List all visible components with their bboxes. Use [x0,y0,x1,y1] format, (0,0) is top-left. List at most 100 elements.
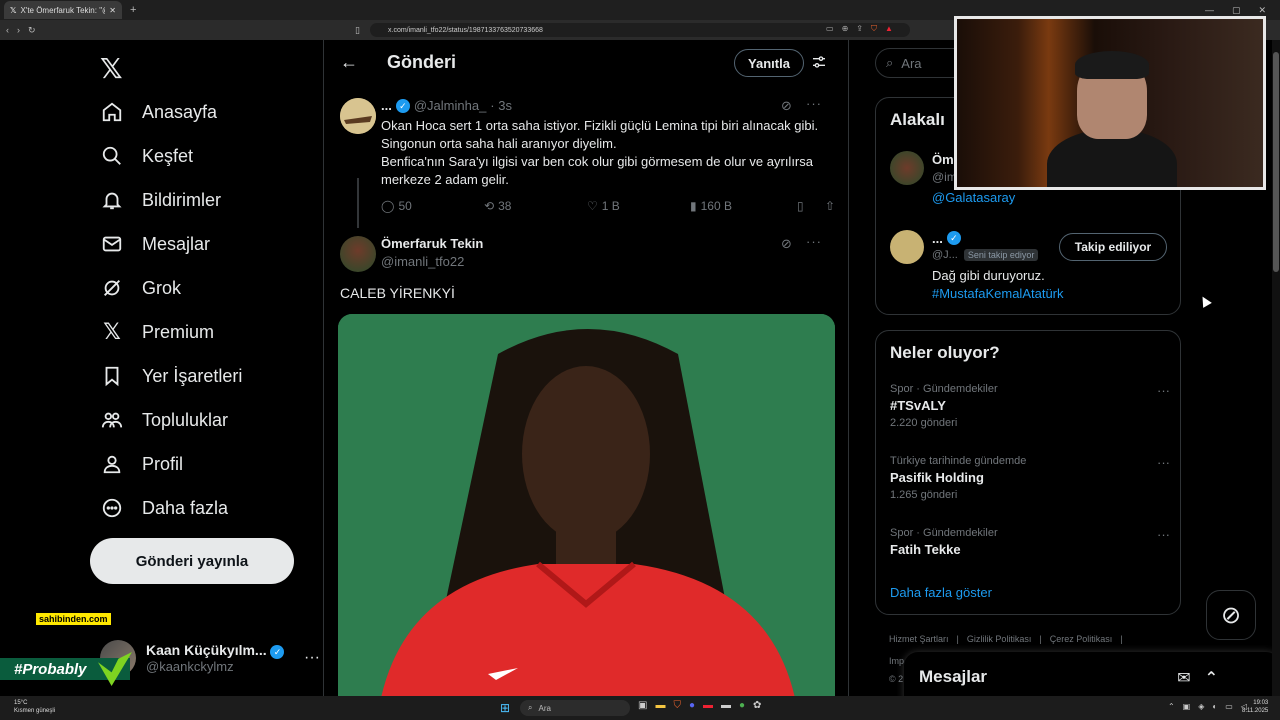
scroll-thumb[interactable] [1273,52,1279,272]
network-icon[interactable]: ▭ [1225,702,1233,711]
avatar[interactable] [890,151,924,185]
forward-nav-icon[interactable]: › [17,25,20,35]
author-name[interactable]: Ömerfaruk Tekin [381,236,483,251]
following-button[interactable]: Takip ediliyor [1059,233,1167,261]
account-more-icon[interactable]: ··· [304,649,320,667]
footer-links: Hizmet Şartları | Gizlilik Politikası | … [889,634,1123,644]
footer-link[interactable]: Gizlilik Politikası [967,634,1032,644]
grok-icon [100,276,124,300]
trend-item[interactable]: Türkiye tarihinde gündemde Pasifik Holdi… [890,455,1170,501]
address-bar-actions: ▭ ⊕ ⇪ ⛉ ▲ [826,24,893,34]
app-icon[interactable]: ✿ [753,700,761,711]
related-bio: Dağ gibi duruyoruz. [932,268,1045,283]
trend-item[interactable]: Spor · Gündemdekiler Fatih Tekke ··· [890,527,1170,557]
expand-icon[interactable]: ⌃ [1205,668,1218,688]
app-icon[interactable]: ▬ [703,700,713,711]
close-window-icon[interactable]: ✕ [1258,5,1266,16]
post-button[interactable]: Gönderi yayınla [90,538,294,584]
file-explorer-icon[interactable]: ▬ [655,700,665,711]
tweet-photo[interactable] [338,314,835,696]
weather-widget[interactable]: 15°C Kısmen güneşli [14,699,55,715]
grok-fab-button[interactable]: ⊘ [1206,590,1256,640]
avatar[interactable] [340,236,376,272]
share-action[interactable]: ⇧ [825,199,835,213]
windows-start-icon[interactable]: ⊞ [500,701,510,715]
author-handle[interactable]: @Jalminha_ [414,98,486,113]
trend-item[interactable]: Spor · Gündemdekiler #TSvALY 2.220 gönde… [890,383,1170,429]
related-bio-link[interactable]: @Galatasaray [932,190,1015,205]
avatar[interactable] [890,230,924,264]
tray-app-icon[interactable]: ▣ [1183,702,1191,711]
close-tab-icon[interactable]: ✕ [109,6,116,15]
alert-icon[interactable]: ▲ [885,24,893,34]
back-arrow-icon[interactable]: ← [340,52,358,73]
related-name[interactable]: Öm [932,152,954,167]
sliders-icon[interactable] [811,54,827,74]
show-more-link[interactable]: Daha fazla göster [890,585,992,600]
tweet-time[interactable]: · 3s [490,98,512,113]
new-message-icon[interactable]: ✉ [1177,668,1190,688]
author-name[interactable]: ... [381,98,392,113]
brave-icon[interactable]: ⛉ [673,700,681,711]
more-icon[interactable]: ··· [806,234,822,249]
shield-icon[interactable]: ⛉ [871,24,877,34]
footer-link[interactable]: Imp [889,656,904,666]
minimize-icon[interactable]: — [1205,5,1214,16]
app-icon[interactable]: ▬ [721,700,731,711]
author-handle[interactable]: @imanli_tfo22 [381,254,464,269]
more-icon[interactable]: ··· [1157,383,1170,398]
more-icon[interactable]: ··· [806,96,822,111]
clock[interactable]: 19:03 8.11.2025 [1242,699,1268,715]
bookmark-action[interactable]: ▯ [797,199,825,213]
related-bio-link[interactable]: #MustafaKemalAtatürk [932,286,1064,301]
scrollbar[interactable] [1272,40,1280,696]
nav-item-messages[interactable]: Mesajlar [100,224,210,264]
cast-icon[interactable]: ▭ [826,24,834,34]
messages-drawer[interactable]: Mesajlar ✉ ⌃ [904,652,1280,702]
nav-item-home[interactable]: Anasayfa [100,92,217,132]
reply-action[interactable]: ◯ 50 [381,199,484,213]
related-name[interactable]: ... ✓ [932,231,961,246]
tray-app-icon[interactable]: ◈ [1198,702,1204,711]
app-icon[interactable]: ● [739,700,745,711]
reply-button[interactable]: Yanıtla [734,49,804,77]
grok-icon[interactable]: ⊘ [781,98,792,114]
verified-badge-icon: ✓ [270,645,285,659]
task-view-icon[interactable]: ▣ [638,700,647,711]
nav-item-more[interactable]: Daha fazla [100,488,228,528]
more-icon[interactable]: ··· [1157,455,1170,470]
zoom-icon[interactable]: ⊕ [842,24,849,34]
nav-item-explore[interactable]: Keşfet [100,136,193,176]
nav-item-notifications[interactable]: Bildirimler [100,180,221,220]
like-action[interactable]: ♡ 1 B [587,199,690,213]
avatar[interactable] [340,98,376,134]
views-action[interactable]: ▮ 160 B [690,199,797,213]
nav-item-premium[interactable]: 𝕏 Premium [100,312,214,352]
bookmark-page-icon[interactable]: ▯ [355,25,360,36]
tray-chevron-icon[interactable]: ⌃ [1168,702,1175,711]
nav-label: Bildirimler [142,189,222,210]
search-icon: ⌕ [528,703,533,712]
reload-icon[interactable]: ↻ [28,25,36,36]
taskbar-search[interactable]: ⌕ Ara [520,700,630,716]
new-tab-button[interactable]: + [130,4,136,16]
related-handle[interactable]: @J... [932,249,958,261]
more-icon[interactable]: ··· [1157,527,1170,542]
maximize-icon[interactable]: ▢ [1232,5,1241,16]
nav-item-grok[interactable]: Grok [100,268,181,308]
nav-item-communities[interactable]: Topluluklar [100,400,228,440]
share-icon[interactable]: ⇪ [856,24,863,34]
grok-icon[interactable]: ⊘ [781,236,792,252]
mic-icon[interactable]: ◐ [1212,702,1217,711]
browser-tab[interactable]: 𝕏 X'te Ömerfaruk Tekin: "@Jalmin ✕ [4,1,122,19]
account-switcher[interactable]: Kaan Küçükyılm... ✓ @kaankckylmz ··· [100,636,320,680]
footer-link[interactable]: Hizmet Şartları [889,634,949,644]
discord-icon[interactable]: ● [689,700,695,711]
x-logo-icon[interactable]: 𝕏 [100,52,123,85]
back-nav-icon[interactable]: ‹ [6,25,9,35]
nav-item-bookmarks[interactable]: Yer İşaretleri [100,356,242,396]
nav-item-profile[interactable]: Profil [100,444,183,484]
search-icon [100,144,124,168]
footer-link[interactable]: Çerez Politikası [1050,634,1113,644]
repost-action[interactable]: ⟲ 38 [484,199,587,213]
